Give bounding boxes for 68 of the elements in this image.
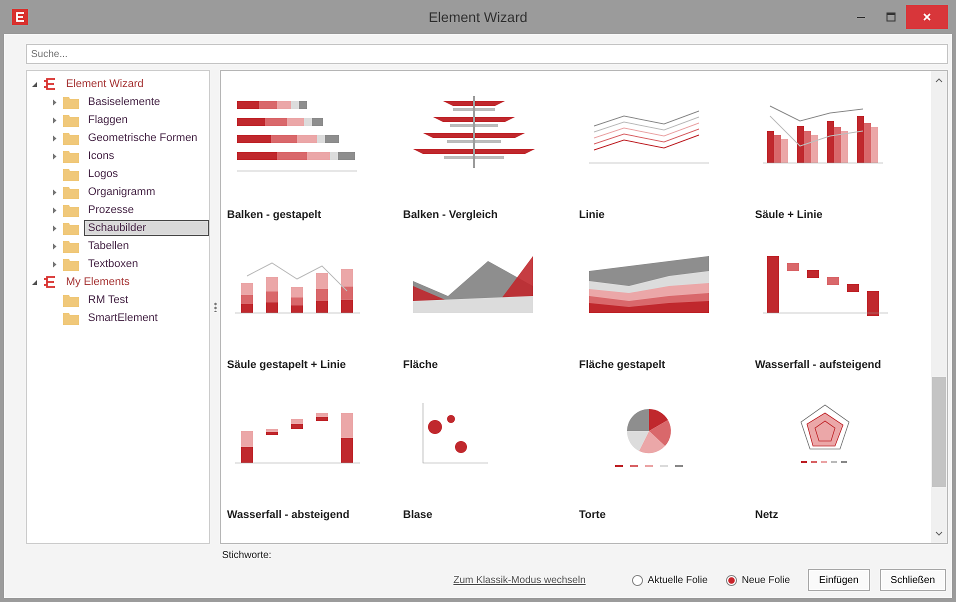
chart-type-label[interactable]: Netz [755,509,931,521]
tree-item[interactable]: Geometrische Formen [84,130,202,146]
folder-icon [63,114,79,126]
tree-item[interactable]: SmartElement [84,310,162,326]
tree-item[interactable]: Textboxen [84,256,142,272]
element-logo-icon [43,275,57,289]
chart-type-label[interactable]: Blase [403,509,579,521]
tree-item[interactable]: Element Wizard [62,76,148,92]
chart-type-label[interactable]: Wasserfall - absteigend [227,509,403,521]
collapse-arrow-icon[interactable] [31,80,38,88]
keywords-label: Stichworte: [222,550,272,561]
tree-item[interactable]: Tabellen [84,238,133,254]
chart-type-label[interactable]: Fläche [403,359,579,371]
tree-item[interactable]: RM Test [84,292,132,308]
expand-arrow-icon[interactable] [51,116,58,124]
tree-item[interactable]: Organigramm [84,184,160,200]
folder-icon [63,204,79,216]
folder-icon [63,294,79,306]
chart-type-label[interactable]: Torte [579,509,755,521]
element-logo-icon [43,77,57,91]
folder-icon [63,186,79,198]
chart-type-label[interactable]: Säule + Linie [755,209,931,221]
chart-type-label[interactable]: Balken - Vergleich [403,209,579,221]
classic-mode-link[interactable]: Zum Klassik-Modus wechseln [453,574,586,586]
chart-type-label[interactable]: Fläche gestapelt [579,359,755,371]
chart-type-label[interactable]: Balken - gestapelt [227,209,403,221]
app-logo-icon [12,9,28,25]
tree-item[interactable]: My Elements [62,274,134,290]
scrollbar[interactable] [931,71,947,543]
tree-item[interactable]: Flaggen [84,112,132,128]
expand-arrow-icon[interactable] [51,134,58,142]
expand-arrow-icon[interactable] [51,188,58,196]
maximize-icon [886,12,896,22]
expand-arrow-icon[interactable] [51,242,58,250]
close-button[interactable] [906,5,948,29]
folder-icon [63,240,79,252]
chart-type-label[interactable]: Linie [579,209,755,221]
expand-arrow-icon[interactable] [51,152,58,160]
expand-arrow-icon[interactable] [51,206,58,214]
tree-item[interactable]: Logos [84,166,122,182]
chart-type-label[interactable]: Säule gestapelt + Linie [227,359,403,371]
collapse-arrow-icon[interactable] [31,278,38,286]
scroll-up-icon[interactable] [935,77,943,83]
tree-item[interactable]: Basiselemente [84,94,164,110]
chart-type-label[interactable]: Wasserfall - aufsteigend [755,359,931,371]
search-field[interactable]: Suche... [26,44,948,64]
radio-option[interactable]: Aktuelle Folie [632,574,708,586]
window-title: Element Wizard [428,9,528,25]
folder-icon [63,132,79,144]
scroll-down-icon[interactable] [935,531,943,537]
folder-icon [63,150,79,162]
tree-item[interactable]: Prozesse [84,202,138,218]
tree-item[interactable]: Icons [84,148,118,164]
minimize-icon [857,16,865,18]
dialog-button[interactable]: Einfügen [808,569,870,591]
scrollbar-thumb[interactable] [932,377,946,487]
expand-arrow-icon[interactable] [51,260,58,268]
folder-icon [63,258,79,270]
folder-icon [63,312,79,324]
tree-item[interactable]: Schaubilder [84,220,209,236]
folder-icon [63,222,79,234]
folder-icon [63,96,79,108]
dialog-button[interactable]: Schließen [880,569,946,591]
close-icon [922,12,932,22]
expand-arrow-icon[interactable] [51,98,58,106]
expand-arrow-icon[interactable] [51,224,58,232]
radio-option[interactable]: Neue Folie [726,574,790,586]
folder-icon [63,168,79,180]
